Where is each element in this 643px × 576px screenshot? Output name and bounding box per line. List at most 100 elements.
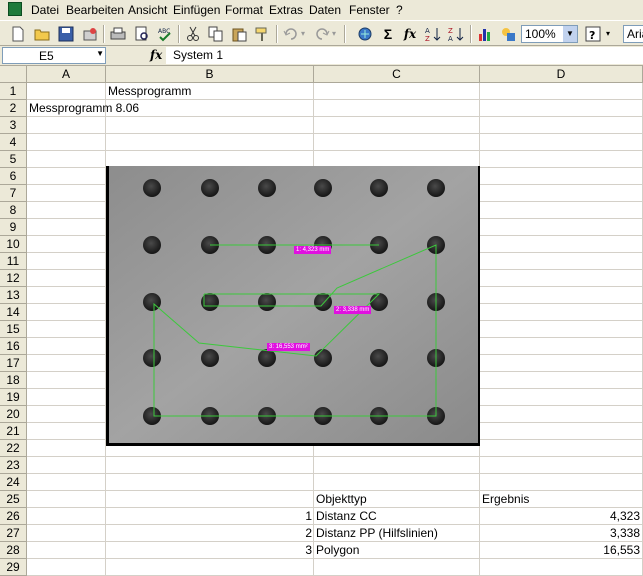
cell-b28[interactable]: 3 [106, 542, 312, 559]
cell-d27[interactable]: 3,338 [480, 525, 640, 542]
hyperlink-icon[interactable] [355, 24, 375, 44]
cell-d28[interactable]: 16,553 [480, 542, 640, 559]
cell-c28[interactable]: Polygon [316, 542, 359, 559]
cut-icon[interactable] [183, 24, 203, 44]
open-folder-icon[interactable] [32, 24, 52, 44]
cell-b1[interactable]: Messprogramm [108, 83, 191, 100]
spellcheck-icon[interactable]: ABC [155, 24, 175, 44]
column-header-a[interactable]: A [27, 66, 106, 83]
print-preview-icon[interactable] [132, 24, 152, 44]
cell-a2[interactable]: Messprogramm 8.06 [29, 100, 139, 117]
row-header[interactable]: 9 [0, 219, 27, 236]
row-header[interactable]: 19 [0, 389, 27, 406]
hole [314, 293, 332, 311]
help-icon[interactable]: ? [583, 24, 603, 44]
row-header[interactable]: 1 [0, 83, 27, 100]
measure-label-1: 1: 4,323 mm [294, 246, 332, 254]
row-header[interactable]: 7 [0, 185, 27, 202]
select-all-corner[interactable] [0, 66, 27, 83]
cell-d26[interactable]: 4,323 [480, 508, 640, 525]
cell-c27[interactable]: Distanz PP (Hilfslinien) [316, 525, 438, 542]
sort-ascending-icon[interactable]: AZ [423, 24, 443, 44]
font-name-select[interactable]: Aria [623, 25, 643, 43]
row-header[interactable]: 15 [0, 321, 27, 338]
paste-icon[interactable] [229, 24, 249, 44]
gridline [27, 473, 643, 474]
row-header[interactable]: 3 [0, 117, 27, 134]
column-header-b[interactable]: B [106, 66, 314, 83]
row-header[interactable]: 26 [0, 508, 27, 525]
menu-ansicht[interactable]: Ansicht [128, 3, 167, 17]
row-header[interactable]: 18 [0, 372, 27, 389]
cell-b27[interactable]: 2 [106, 525, 312, 542]
menu-bar: Datei Bearbeiten Ansicht Einfügen Format… [0, 0, 643, 20]
hole [258, 293, 276, 311]
cell-b26[interactable]: 1 [106, 508, 312, 525]
row-header[interactable]: 25 [0, 491, 27, 508]
menu-daten[interactable]: Daten [309, 3, 341, 17]
zoom-value: 100% [525, 27, 556, 41]
row-header[interactable]: 2 [0, 100, 27, 117]
permission-icon[interactable] [80, 24, 100, 44]
row-header[interactable]: 14 [0, 304, 27, 321]
format-painter-icon[interactable] [252, 24, 272, 44]
row-header[interactable]: 29 [0, 559, 27, 576]
chevron-down-icon[interactable]: ▼ [96, 49, 104, 58]
column-header-c[interactable]: C [314, 66, 480, 83]
formula-input[interactable]: System 1 [166, 47, 643, 64]
chart-wizard-icon[interactable] [475, 24, 495, 44]
hole [370, 349, 388, 367]
row-header[interactable]: 11 [0, 253, 27, 270]
row-header[interactable]: 6 [0, 168, 27, 185]
row-header[interactable]: 22 [0, 440, 27, 457]
gridline [27, 150, 643, 151]
cell-c26[interactable]: Distanz CC [316, 508, 377, 525]
insert-function-icon[interactable]: fx [150, 48, 162, 62]
row-header[interactable]: 13 [0, 287, 27, 304]
hole [314, 349, 332, 367]
print-icon[interactable] [108, 24, 128, 44]
row-header[interactable]: 27 [0, 525, 27, 542]
chevron-down-icon[interactable]: ▼ [563, 26, 577, 42]
row-header[interactable]: 20 [0, 406, 27, 423]
menu-extras[interactable]: Extras [269, 3, 303, 17]
toolbar-options-icon[interactable]: ▾ [603, 24, 613, 44]
sort-descending-icon[interactable]: ZA [446, 24, 466, 44]
row-header[interactable]: 23 [0, 457, 27, 474]
cell-d25[interactable]: Ergebnis [482, 491, 529, 508]
menu-help[interactable]: ? [396, 3, 403, 17]
worksheet-grid: A B C D 1 2 3 4 5 6 7 8 9 10 11 12 13 14 15 16 17 18 19 20 2… [0, 66, 643, 576]
font-name-value: Aria [627, 27, 643, 41]
new-document-icon[interactable] [8, 24, 28, 44]
undo-dropdown-icon[interactable]: ▾ [298, 24, 308, 44]
column-header-d[interactable]: D [480, 66, 643, 83]
name-box[interactable]: E5 ▼ [2, 47, 106, 64]
hole [143, 179, 161, 197]
row-header[interactable]: 17 [0, 355, 27, 372]
menu-bearbeiten[interactable]: Bearbeiten [66, 3, 124, 17]
excel-app-icon[interactable] [8, 2, 22, 16]
menu-datei[interactable]: Datei [31, 3, 59, 17]
row-header[interactable]: 24 [0, 474, 27, 491]
autosum-icon[interactable]: Σ [378, 24, 398, 44]
row-header[interactable]: 4 [0, 134, 27, 151]
row-header[interactable]: 8 [0, 202, 27, 219]
insert-function-icon[interactable]: fx [400, 24, 420, 44]
save-icon[interactable] [56, 24, 76, 44]
menu-fenster[interactable]: Fenster [349, 3, 390, 17]
row-header[interactable]: 10 [0, 236, 27, 253]
copy-icon[interactable] [206, 24, 226, 44]
row-header[interactable]: 21 [0, 423, 27, 440]
row-header[interactable]: 12 [0, 270, 27, 287]
zoom-select[interactable]: 100% ▼ [521, 25, 578, 43]
cell-c25[interactable]: Objekttyp [316, 491, 367, 508]
row-header[interactable]: 28 [0, 542, 27, 559]
redo-dropdown-icon[interactable]: ▾ [329, 24, 339, 44]
menu-einfuegen[interactable]: Einfügen [173, 3, 220, 17]
measurement-image[interactable]: 1: 4,323 mm 2: 3,338 mm 3: 16,553 mm² [106, 166, 480, 446]
row-header[interactable]: 16 [0, 338, 27, 355]
hole [143, 236, 161, 254]
drawing-icon[interactable] [498, 24, 518, 44]
menu-format[interactable]: Format [225, 3, 263, 17]
row-header[interactable]: 5 [0, 151, 27, 168]
